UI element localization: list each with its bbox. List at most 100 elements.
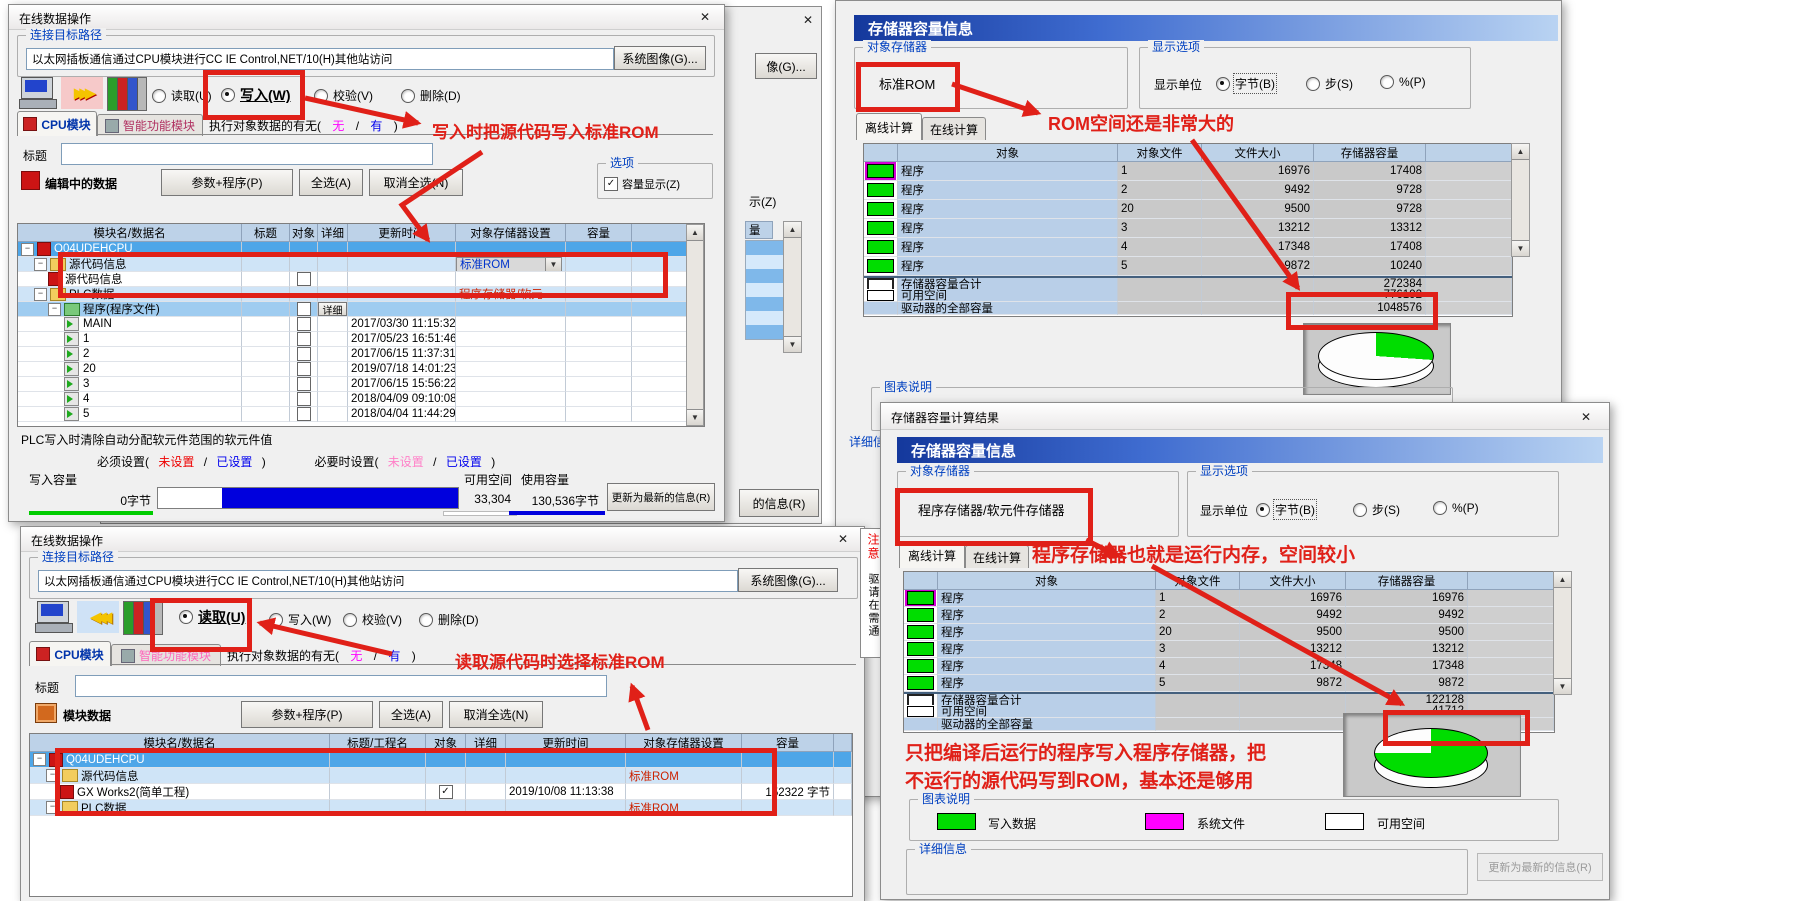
col-title[interactable]: 标题 xyxy=(242,224,290,242)
connection-path-input[interactable]: 以太网插板通信通过CPU模块进行CC IE Control,NET/10(H)其… xyxy=(38,570,738,592)
table-row[interactable]: 程序294929492 xyxy=(904,607,1554,624)
col-capacity[interactable]: 容量 xyxy=(566,224,632,242)
close-icon[interactable]: ✕ xyxy=(1571,408,1601,426)
radio-icon[interactable] xyxy=(1433,501,1447,515)
table-row[interactable]: 程序294929728 xyxy=(864,181,1512,200)
param-program-button[interactable]: 参数+程序(P) xyxy=(241,701,373,728)
table-row[interactable]: 程序598729872 xyxy=(904,675,1554,692)
col-target[interactable]: 对象 xyxy=(290,224,318,242)
table-row[interactable]: 程序31321213312 xyxy=(864,219,1512,238)
deselect-all-button[interactable]: 取消全选(N) xyxy=(369,169,463,196)
radio-icon[interactable] xyxy=(269,613,283,627)
table-row[interactable]: 12017/05/23 16:51:46 xyxy=(18,332,688,347)
target-checkbox[interactable] xyxy=(297,302,311,316)
table-row[interactable]: 程序2095009500 xyxy=(904,624,1554,641)
expand-icon[interactable]: − xyxy=(21,243,34,256)
tab-cpu-module[interactable]: CPU模块 xyxy=(17,111,97,136)
radio-steps[interactable]: 步(S) xyxy=(1353,501,1400,518)
table-row[interactable]: 程序31321213212 xyxy=(904,641,1554,658)
target-checkbox[interactable] xyxy=(297,377,311,391)
target-checkbox[interactable] xyxy=(297,392,311,406)
table-row[interactable]: 程序2095009728 xyxy=(864,200,1512,219)
col-target-memory[interactable]: 对象存储器设置 xyxy=(456,224,566,242)
capacity-display-checkbox[interactable]: ✓容量显示(Z) xyxy=(604,176,680,192)
table-row[interactable]: 42018/04/09 09:10:08 xyxy=(18,392,688,407)
radio-bytes[interactable]: 字节(B) xyxy=(1216,75,1275,92)
titlebar[interactable]: 存储器容量计算结果 xyxy=(881,403,1609,430)
radio-icon[interactable] xyxy=(1216,77,1230,91)
table-row[interactable]: 程序11697616976 xyxy=(904,590,1554,607)
col-object[interactable]: 对象 xyxy=(938,572,1156,590)
col-mem-capacity[interactable]: 存储器容量 xyxy=(1346,572,1468,590)
radio-icon[interactable] xyxy=(1256,503,1270,517)
radio-icon[interactable] xyxy=(343,613,357,627)
radio-verify[interactable]: 校验(V) xyxy=(314,87,373,104)
table-row[interactable]: −程序(程序文件)详细 xyxy=(18,302,688,317)
radio-icon[interactable] xyxy=(1306,77,1320,91)
detail-button[interactable]: 详细 xyxy=(318,302,347,316)
scroll-down-icon[interactable]: ▼ xyxy=(1512,240,1529,256)
deselect-all-button[interactable]: 取消全选(N) xyxy=(449,701,543,728)
close-icon[interactable]: ✕ xyxy=(828,530,858,548)
target-checkbox[interactable] xyxy=(297,317,311,331)
table-row[interactable]: 22017/06/15 11:37:31 xyxy=(18,347,688,362)
system-image-button[interactable]: 系统图像(G)... xyxy=(614,46,706,70)
radio-icon[interactable] xyxy=(401,89,415,103)
select-all-button[interactable]: 全选(A) xyxy=(299,169,363,196)
radio-icon[interactable] xyxy=(1380,75,1394,89)
title-field-input[interactable] xyxy=(75,675,607,697)
select-all-button[interactable]: 全选(A) xyxy=(379,701,443,728)
col-object-file[interactable]: 对象文件 xyxy=(1156,572,1240,590)
system-image-button[interactable]: 系统图像(G)... xyxy=(738,568,838,592)
tab-online-calc[interactable]: 在线计算 xyxy=(922,117,986,140)
refresh-button-fragment[interactable]: 的信息(R) xyxy=(739,489,819,517)
param-program-button[interactable]: 参数+程序(P) xyxy=(161,169,293,196)
radio-steps[interactable]: 步(S) xyxy=(1306,75,1353,92)
table-row[interactable]: 程序11697617408 xyxy=(864,162,1512,181)
radio-icon[interactable] xyxy=(1353,503,1367,517)
tab-smart-module[interactable]: 智能功能模块 xyxy=(97,114,203,136)
radio-icon[interactable] xyxy=(314,89,328,103)
table-row[interactable]: 程序5987210240 xyxy=(864,257,1512,276)
expand-icon[interactable]: − xyxy=(33,753,46,766)
close-icon[interactable]: ✕ xyxy=(793,11,823,29)
scrollbar[interactable]: ▲ ▼ xyxy=(686,224,704,426)
target-checkbox[interactable] xyxy=(297,347,311,361)
target-checkbox[interactable] xyxy=(297,362,311,376)
table-row[interactable]: 32017/06/15 15:56:22 xyxy=(18,377,688,392)
radio-percent[interactable]: %(P) xyxy=(1433,501,1479,515)
expand-icon[interactable]: − xyxy=(48,303,61,316)
tab-offline-calc[interactable]: 离线计算 xyxy=(856,113,922,140)
checkbox-icon[interactable]: ✓ xyxy=(604,177,618,191)
col-module-name[interactable]: 模块名/数据名 xyxy=(18,224,242,242)
refresh-button[interactable]: 更新为最新的信息(R) xyxy=(1477,853,1603,881)
radio-verify[interactable]: 校验(V) xyxy=(343,611,402,628)
scroll-up-icon[interactable]: ▲ xyxy=(1554,572,1571,588)
table-row[interactable]: 程序41734817348 xyxy=(904,658,1554,675)
refresh-button[interactable]: 更新为最新的信息(R) xyxy=(607,483,715,511)
scroll-up-icon[interactable]: ▲ xyxy=(1512,144,1529,160)
table-row[interactable]: MAIN2017/03/30 11:15:32 xyxy=(18,317,688,332)
target-checkbox[interactable] xyxy=(297,332,311,346)
radio-delete[interactable]: 删除(D) xyxy=(419,611,479,628)
title-field-input[interactable] xyxy=(61,143,433,165)
radio-delete[interactable]: 删除(D) xyxy=(401,87,461,104)
scrollbar[interactable]: ▲ ▼ xyxy=(1553,571,1572,695)
radio-icon[interactable] xyxy=(152,89,166,103)
col-object[interactable]: 对象 xyxy=(898,144,1118,162)
radio-percent[interactable]: %(P) xyxy=(1380,75,1426,89)
col-detail[interactable]: 详细 xyxy=(318,224,348,242)
close-icon[interactable]: ✕ xyxy=(690,8,720,26)
scrollbar[interactable]: ▲ ▼ xyxy=(1511,143,1530,257)
table-row[interactable]: 程序41734817408 xyxy=(864,238,1512,257)
radio-icon[interactable] xyxy=(419,613,433,627)
col-updated[interactable]: 更新时间 xyxy=(348,224,456,242)
scrollbar[interactable]: ▲ ▼ xyxy=(783,221,802,353)
table-row[interactable]: 202019/07/18 14:01:23 xyxy=(18,362,688,377)
titlebar[interactable]: 在线数据操作 xyxy=(21,527,864,552)
table-row[interactable]: 52018/04/04 11:44:29 xyxy=(18,407,688,422)
radio-write[interactable]: 写入(W) xyxy=(269,611,331,628)
titlebar[interactable]: 在线数据操作 xyxy=(9,5,724,30)
scroll-down-icon[interactable]: ▼ xyxy=(1554,678,1571,694)
expand-icon[interactable]: − xyxy=(34,258,47,271)
